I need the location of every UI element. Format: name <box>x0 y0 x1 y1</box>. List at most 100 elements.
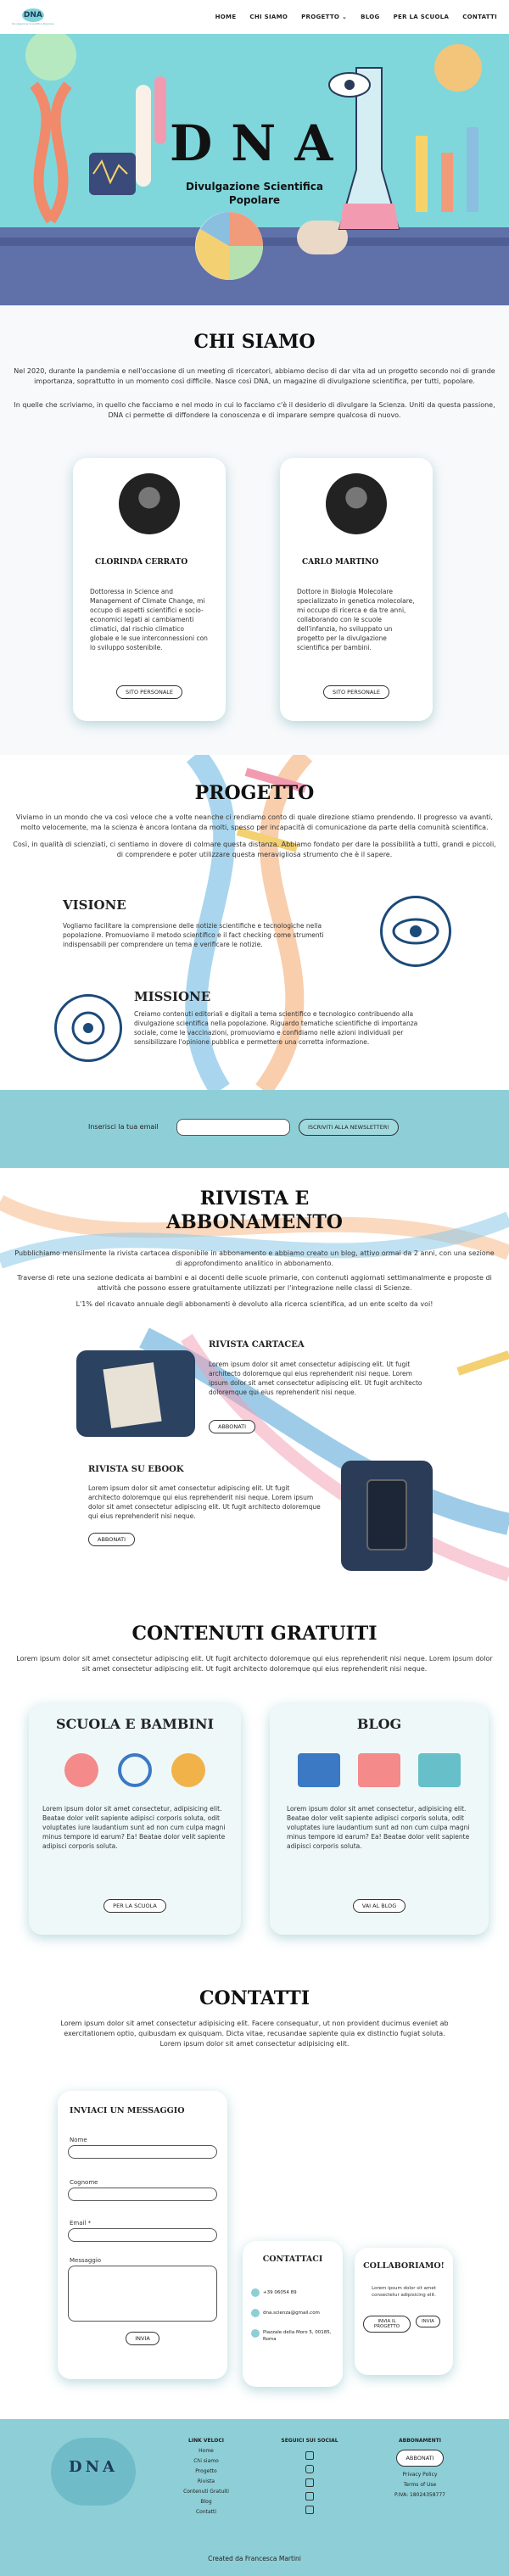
logo-mark: DNA <box>21 8 44 22</box>
button-wrap: VAI AL BLOG <box>270 1899 489 1913</box>
privacy-policy-link[interactable]: Privacy Policy <box>403 2472 438 2478</box>
collaboriamo-title: COLLABORIAMO! <box>363 2261 445 2271</box>
contatti-section: CONTATTI Lorem ipsum dolor sit amet cons… <box>0 1965 509 2419</box>
ebook-photo <box>341 1461 433 1571</box>
progetto-title: PROGETTO <box>194 782 315 804</box>
scuola-title: SCUOLA E BAMBINI <box>56 1716 214 1732</box>
site-footer: DNA LINK VELOCI Home Chi siamo Progetto … <box>0 2419 509 2576</box>
newsletter-subscribe-button[interactable]: ISCRIVITI ALLA NEWSLETTER! <box>299 1119 399 1136</box>
footer-link-contatti[interactable]: Contatti <box>196 2509 216 2515</box>
footer-link-blog[interactable]: Blog <box>200 2499 211 2505</box>
blog-card: BLOG Lorem ipsum dolor sit amet consecte… <box>270 1704 489 1935</box>
label-cognome: Cognome <box>70 2179 98 2186</box>
blog-icons <box>288 1746 470 1793</box>
facebook-icon[interactable] <box>305 2451 314 2460</box>
footer-links-title: LINK VELOCI <box>188 2438 224 2444</box>
terms-link[interactable]: Terms of Use <box>404 2482 436 2488</box>
person-card-clorinda: CLORINDA CERRATO Dottoressa in Science a… <box>73 458 226 721</box>
location-icon <box>251 2329 260 2338</box>
invia-button[interactable]: INVIA <box>126 2332 159 2345</box>
email-row: dna.scienza@gmail.com <box>251 2309 336 2317</box>
button-wrap: PER LA SCUOLA <box>29 1899 241 1913</box>
instagram-icon[interactable] <box>305 2465 314 2473</box>
gratuiti-text: Lorem ipsum dolor sit amet consectetur a… <box>16 1655 493 1673</box>
rivista-paragraph-3: L'1% del ricavato annuale degli abboname… <box>76 1300 433 1308</box>
collaboriamo-card: COLLABORIAMO! Lorem ipsum dolor sit amet… <box>355 2248 453 2375</box>
rivista-title: RIVISTA E ABBONAMENTO <box>0 1187 509 1234</box>
chi-siamo-paragraph-2: In quelle che scriviamo, in quello che f… <box>14 401 495 419</box>
scuola-text: Lorem ipsum dolor sit amet consectetur, … <box>42 1805 226 1850</box>
newsletter-email-input[interactable] <box>176 1119 290 1136</box>
button-wrap: SITO PERSONALE <box>280 685 433 699</box>
phone-icon <box>251 2288 260 2297</box>
blog-title: BLOG <box>356 1716 402 1732</box>
chi-siamo-title: CHI SIAMO <box>193 331 316 353</box>
missione-text: Creiamo contenuti editoriali e digitali … <box>134 1010 418 1046</box>
rivista-title-line2: ABBONAMENTO <box>166 1211 343 1233</box>
logo-subtitle: Divulgazione Scientifica Popolare <box>12 22 54 25</box>
chart-icon <box>297 1752 340 1787</box>
footer-logo[interactable]: DNA <box>51 2438 136 2506</box>
footer-social-title: SEGUICI SUI SOCIAL <box>281 2438 338 2444</box>
email-field[interactable] <box>68 2228 217 2242</box>
per-la-scuola-button[interactable]: PER LA SCUOLA <box>103 1899 166 1913</box>
footer-link-home[interactable]: Home <box>199 2448 214 2454</box>
progetto-section: PROGETTO Viviamo in un mondo che va così… <box>0 755 509 1090</box>
label-nome: Nome <box>70 2137 87 2143</box>
personal-site-button[interactable]: SITO PERSONALE <box>322 685 390 699</box>
progetto-paragraph-1: Viviamo in un mondo che va così veloce c… <box>15 813 494 831</box>
invia-progetto-button[interactable]: INVIA IL PROGETTO <box>363 2316 411 2333</box>
nav-item-blog[interactable]: BLOG <box>361 14 379 20</box>
collaboriamo-text: Lorem ipsum dolor sit amet consectetur a… <box>372 2286 436 2298</box>
label-messaggio: Messaggio <box>70 2257 102 2264</box>
button-wrap: SITO PERSONALE <box>73 685 226 699</box>
chi-siamo-section: CHI SIAMO Nel 2020, durante la pandemia … <box>0 305 509 755</box>
footer-logo-text: DNA <box>68 2458 119 2476</box>
avatar <box>119 473 180 534</box>
footer-abbonati-button[interactable]: ABBONATI <box>396 2450 444 2467</box>
team-icon <box>357 1752 400 1787</box>
person-name: CARLO MARTINO <box>302 558 379 567</box>
ebook-subscribe-button[interactable]: ABBONATI <box>88 1533 136 1546</box>
nav-item-contatti[interactable]: CONTATTI <box>462 14 497 20</box>
progetto-paragraph-2: Così, in qualità di scienziati, ci senti… <box>13 841 496 858</box>
twitter-icon[interactable] <box>305 2478 314 2487</box>
footer-link-rivista[interactable]: Rivista <box>198 2478 215 2484</box>
vai-al-blog-button[interactable]: VAI AL BLOG <box>352 1899 406 1913</box>
scuola-icons <box>54 1746 215 1793</box>
cartacea-subscribe-button[interactable]: ABBONATI <box>209 1420 256 1433</box>
cartacea-text: Lorem ipsum dolor sit amet consectetur a… <box>209 1361 422 1396</box>
collaboriamo-invia-button[interactable]: INVIA <box>416 2316 440 2327</box>
nav-item-progetto[interactable]: PROGETTO ⌄ <box>301 14 347 20</box>
rivista-paragraph-1: Pubblichiamo mensilmente la rivista cart… <box>14 1249 495 1267</box>
nome-field[interactable] <box>68 2145 217 2159</box>
nav-item-chi-siamo[interactable]: CHI SIAMO <box>249 14 288 20</box>
visione-title: VISIONE <box>63 897 126 913</box>
rivista-section: RIVISTA E ABBONAMENTO Pubblichiamo mensi… <box>0 1168 509 1601</box>
contattaci-card: CONTATTACI +39 06054 89 dna.scienza@gmai… <box>243 2241 343 2387</box>
phone-text[interactable]: +39 06054 89 <box>263 2290 297 2295</box>
site-logo[interactable]: DNA Divulgazione Scientifica Popolare <box>12 8 54 25</box>
footer-link-progetto[interactable]: Progetto <box>195 2468 216 2474</box>
avatar <box>326 473 387 534</box>
main-menu: HOME CHI SIAMO PROGETTO ⌄ BLOG PER LA SC… <box>215 14 497 20</box>
personal-site-button[interactable]: SITO PERSONALE <box>115 685 183 699</box>
person-card-carlo: CARLO MARTINO Dottore in Biologia Moleco… <box>280 458 433 721</box>
footer-abbonamenti-title: ABBONAMENTI <box>399 2438 441 2444</box>
nav-item-per-la-scuola[interactable]: PER LA SCUOLA <box>394 14 450 20</box>
messaggio-textarea[interactable] <box>68 2266 217 2322</box>
phone-row: +39 06054 89 <box>251 2288 336 2297</box>
footer-link-gratuiti[interactable]: Contenuti Gratuiti <box>183 2489 229 2495</box>
youtube-icon[interactable] <box>305 2492 314 2501</box>
address-row: Piazzale della Moro 5, 00185, Roma <box>251 2329 336 2343</box>
footer-link-chi-siamo[interactable]: Chi siamo <box>193 2458 219 2464</box>
eye-icon <box>380 896 451 967</box>
email-text[interactable]: dna.scienza@gmail.com <box>263 2311 320 2316</box>
newsletter-label: Inserisci la tua email <box>88 1123 159 1131</box>
label-email: Email * <box>70 2220 92 2227</box>
footer-credit: Created da Francesca Martini <box>208 2555 301 2562</box>
cognome-field[interactable] <box>68 2188 217 2201</box>
nav-item-home[interactable]: HOME <box>215 14 237 20</box>
tiktok-icon[interactable] <box>305 2506 314 2514</box>
hero-title: DNA <box>170 115 352 172</box>
